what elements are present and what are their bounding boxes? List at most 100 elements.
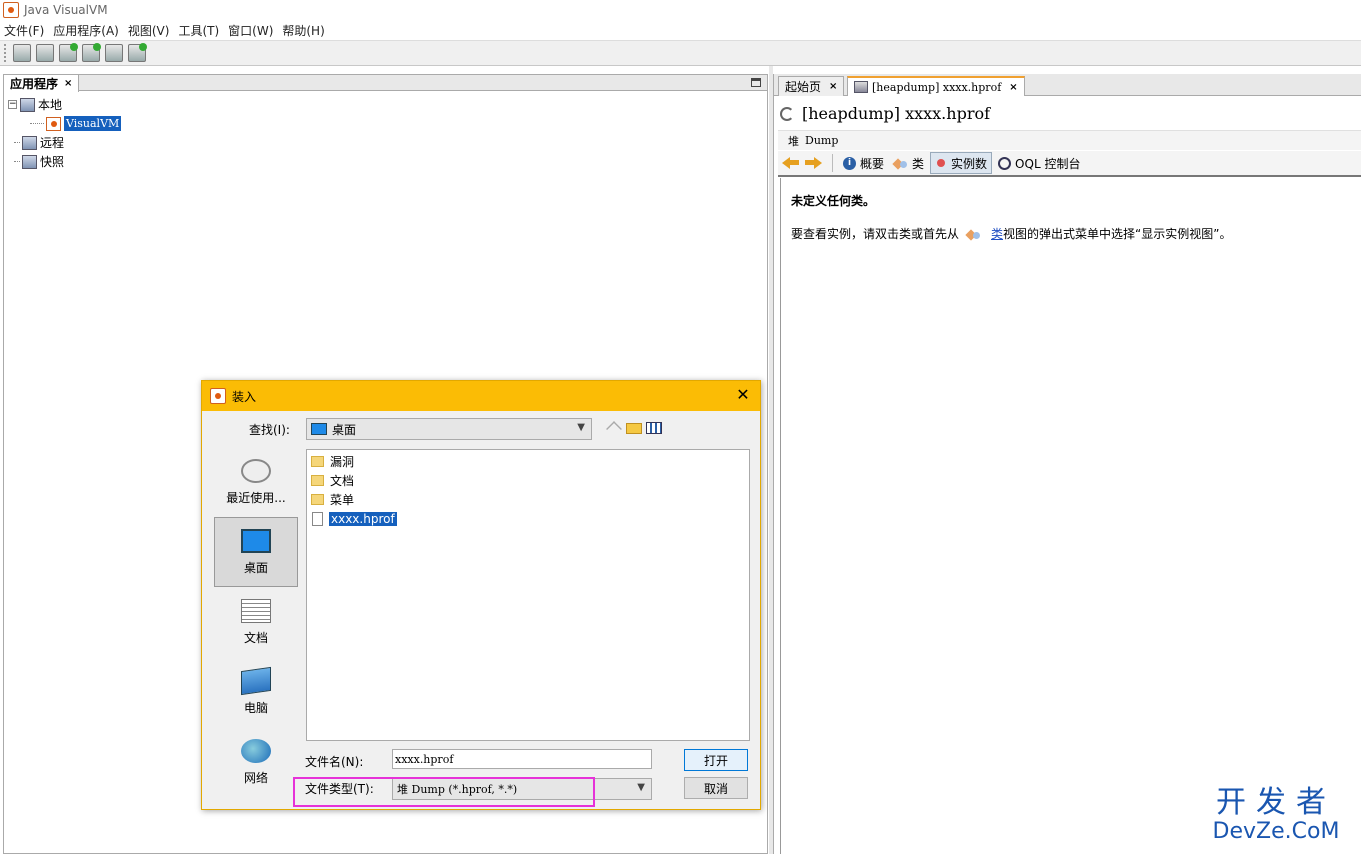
- view-classes-label: 类: [912, 156, 925, 171]
- instances-content: 未定义任何类。 要查看实例，请双击类或首先从 类 视图的弹出式菜单中选择“显示实…: [780, 178, 1361, 854]
- minimize-icon[interactable]: [751, 78, 761, 87]
- network-icon: [241, 738, 271, 763]
- list-item[interactable]: 文档: [309, 471, 747, 490]
- file-name-input[interactable]: xxxx.hprof: [392, 749, 652, 769]
- add-remote-host-icon[interactable]: [82, 43, 101, 62]
- classes-view-link[interactable]: 类: [991, 225, 1003, 242]
- file-name: 文档: [330, 474, 355, 488]
- load-file-icon[interactable]: [13, 44, 31, 62]
- view-menu-icon[interactable]: [646, 422, 662, 434]
- remote-host-icon: [22, 135, 37, 150]
- desktop-icon: [311, 423, 327, 435]
- look-in-value: 桌面: [332, 422, 357, 437]
- list-item[interactable]: 菜单: [309, 490, 747, 509]
- new-folder-icon[interactable]: [626, 423, 642, 434]
- recent-icon: [241, 458, 271, 483]
- menu-view[interactable]: 视图(V): [128, 22, 170, 39]
- document-tabbar: 起始页 × [heapdump] xxxx.hprof ×: [774, 74, 1361, 96]
- add-jmx-connection-icon[interactable]: [59, 43, 78, 62]
- watermark-bottom: DevZe.CoM: [1212, 819, 1340, 844]
- file-name: 漏洞: [330, 455, 355, 469]
- up-folder-icon[interactable]: [606, 421, 622, 437]
- close-icon[interactable]: ×: [64, 78, 72, 89]
- tab-start-page[interactable]: 起始页 ×: [778, 76, 845, 96]
- tree-node-local-label: 本地: [38, 98, 63, 112]
- tree-node-snapshots-label: 快照: [40, 155, 65, 169]
- place-desktop-label: 桌面: [243, 560, 268, 575]
- subheader-prefix: 堆: [788, 134, 799, 148]
- menu-help[interactable]: 帮助(H): [282, 22, 324, 39]
- place-desktop[interactable]: 桌面: [214, 517, 298, 587]
- look-in-label: 查找(I):: [249, 422, 290, 437]
- hint-suffix: 视图的弹出式菜单中选择“显示实例视图”。: [1003, 227, 1232, 241]
- thread-dump-icon[interactable]: [128, 43, 147, 62]
- open-button[interactable]: 打开: [684, 749, 748, 771]
- tab-start-page-label: 起始页: [785, 80, 822, 94]
- toolbar-separator: [832, 154, 833, 172]
- view-summary-label: 概要: [860, 156, 885, 171]
- menu-tools[interactable]: 工具(T): [178, 22, 219, 39]
- visualvm-app-icon: [3, 2, 19, 18]
- file-type-highlight: [293, 777, 595, 807]
- file-icon: [312, 511, 323, 526]
- menu-applications[interactable]: 应用程序(A): [53, 22, 119, 39]
- watermark-logo: 开发者 DevZe.CoM: [1201, 786, 1351, 844]
- view-classes-button[interactable]: 类: [890, 152, 928, 174]
- heapdump-icon: [854, 81, 868, 93]
- tab-applications[interactable]: 应用程序 ×: [4, 75, 80, 92]
- close-icon[interactable]: ×: [1009, 82, 1017, 93]
- applications-tabbar: 应用程序 ×: [4, 75, 767, 92]
- chevron-down-icon: ▼: [637, 782, 645, 793]
- close-icon[interactable]: ✕: [735, 386, 751, 404]
- loading-spinner-icon: [780, 106, 794, 121]
- collapse-icon[interactable]: −: [8, 100, 17, 109]
- applications-tree: − 本地 VisualVM 远程 快照: [8, 95, 122, 171]
- classes-icon: [967, 228, 981, 240]
- tree-node-snapshots[interactable]: 快照: [8, 152, 121, 171]
- tree-node-remote[interactable]: 远程: [8, 133, 121, 152]
- tree-connector: [30, 123, 44, 124]
- place-recent-label: 最近使用...: [226, 490, 286, 505]
- window-titlebar: Java VisualVM: [0, 0, 1361, 20]
- place-network[interactable]: 网络: [214, 727, 298, 797]
- folder-icon: [311, 456, 324, 467]
- view-summary-button[interactable]: i 概要: [839, 152, 888, 174]
- classes-icon: [894, 157, 908, 169]
- tree-node-visualvm[interactable]: VisualVM: [8, 114, 122, 133]
- list-item[interactable]: 漏洞: [309, 452, 747, 471]
- view-instances-label: 实例数: [951, 156, 988, 171]
- file-list[interactable]: 漏洞 文档 菜单 xxxx.hprof: [306, 449, 750, 741]
- tab-heapdump[interactable]: [heapdump] xxxx.hprof ×: [847, 76, 1025, 96]
- look-in-row: 查找(I): 桌面 ▼: [202, 417, 762, 441]
- back-arrow-icon[interactable]: [782, 156, 800, 170]
- folder-icon: [311, 494, 324, 505]
- document-panel: 起始页 × [heapdump] xxxx.hprof × [heapdump]…: [773, 74, 1361, 854]
- place-documents-label: 文档: [243, 630, 268, 645]
- place-documents[interactable]: 文档: [214, 587, 298, 657]
- chevron-down-icon: ▼: [577, 422, 585, 433]
- instances-icon: [937, 159, 946, 167]
- list-item[interactable]: xxxx.hprof: [309, 509, 747, 528]
- tree-connector: [14, 142, 20, 143]
- main-toolbar: [0, 40, 1361, 66]
- info-icon: i: [843, 156, 856, 170]
- load-dialog: 装入 ✕ 查找(I): 桌面 ▼ 最近使用... 桌面 文档 电脑 网络 漏洞 …: [201, 380, 761, 810]
- cancel-button[interactable]: 取消: [684, 777, 748, 799]
- place-recent[interactable]: 最近使用...: [214, 447, 298, 517]
- file-name: 菜单: [330, 493, 355, 507]
- view-oql-button[interactable]: OQL 控制台: [994, 152, 1084, 174]
- menu-window[interactable]: 窗口(W): [228, 22, 273, 39]
- close-icon[interactable]: ×: [829, 81, 837, 92]
- place-computer[interactable]: 电脑: [214, 657, 298, 727]
- menu-file[interactable]: 文件(F): [4, 22, 44, 39]
- tree-node-local[interactable]: − 本地: [8, 95, 121, 114]
- subheader-label: Dump: [805, 134, 839, 147]
- forward-arrow-icon[interactable]: [804, 156, 822, 170]
- heap-dump-icon[interactable]: [105, 44, 123, 62]
- look-in-select[interactable]: 桌面 ▼: [306, 418, 592, 440]
- toolbar-grip: [4, 44, 7, 62]
- view-instances-button[interactable]: 实例数: [930, 152, 993, 174]
- save-icon[interactable]: [36, 44, 54, 62]
- watermark-top: 开发者: [1216, 785, 1336, 820]
- dialog-titlebar: 装入 ✕: [202, 381, 760, 411]
